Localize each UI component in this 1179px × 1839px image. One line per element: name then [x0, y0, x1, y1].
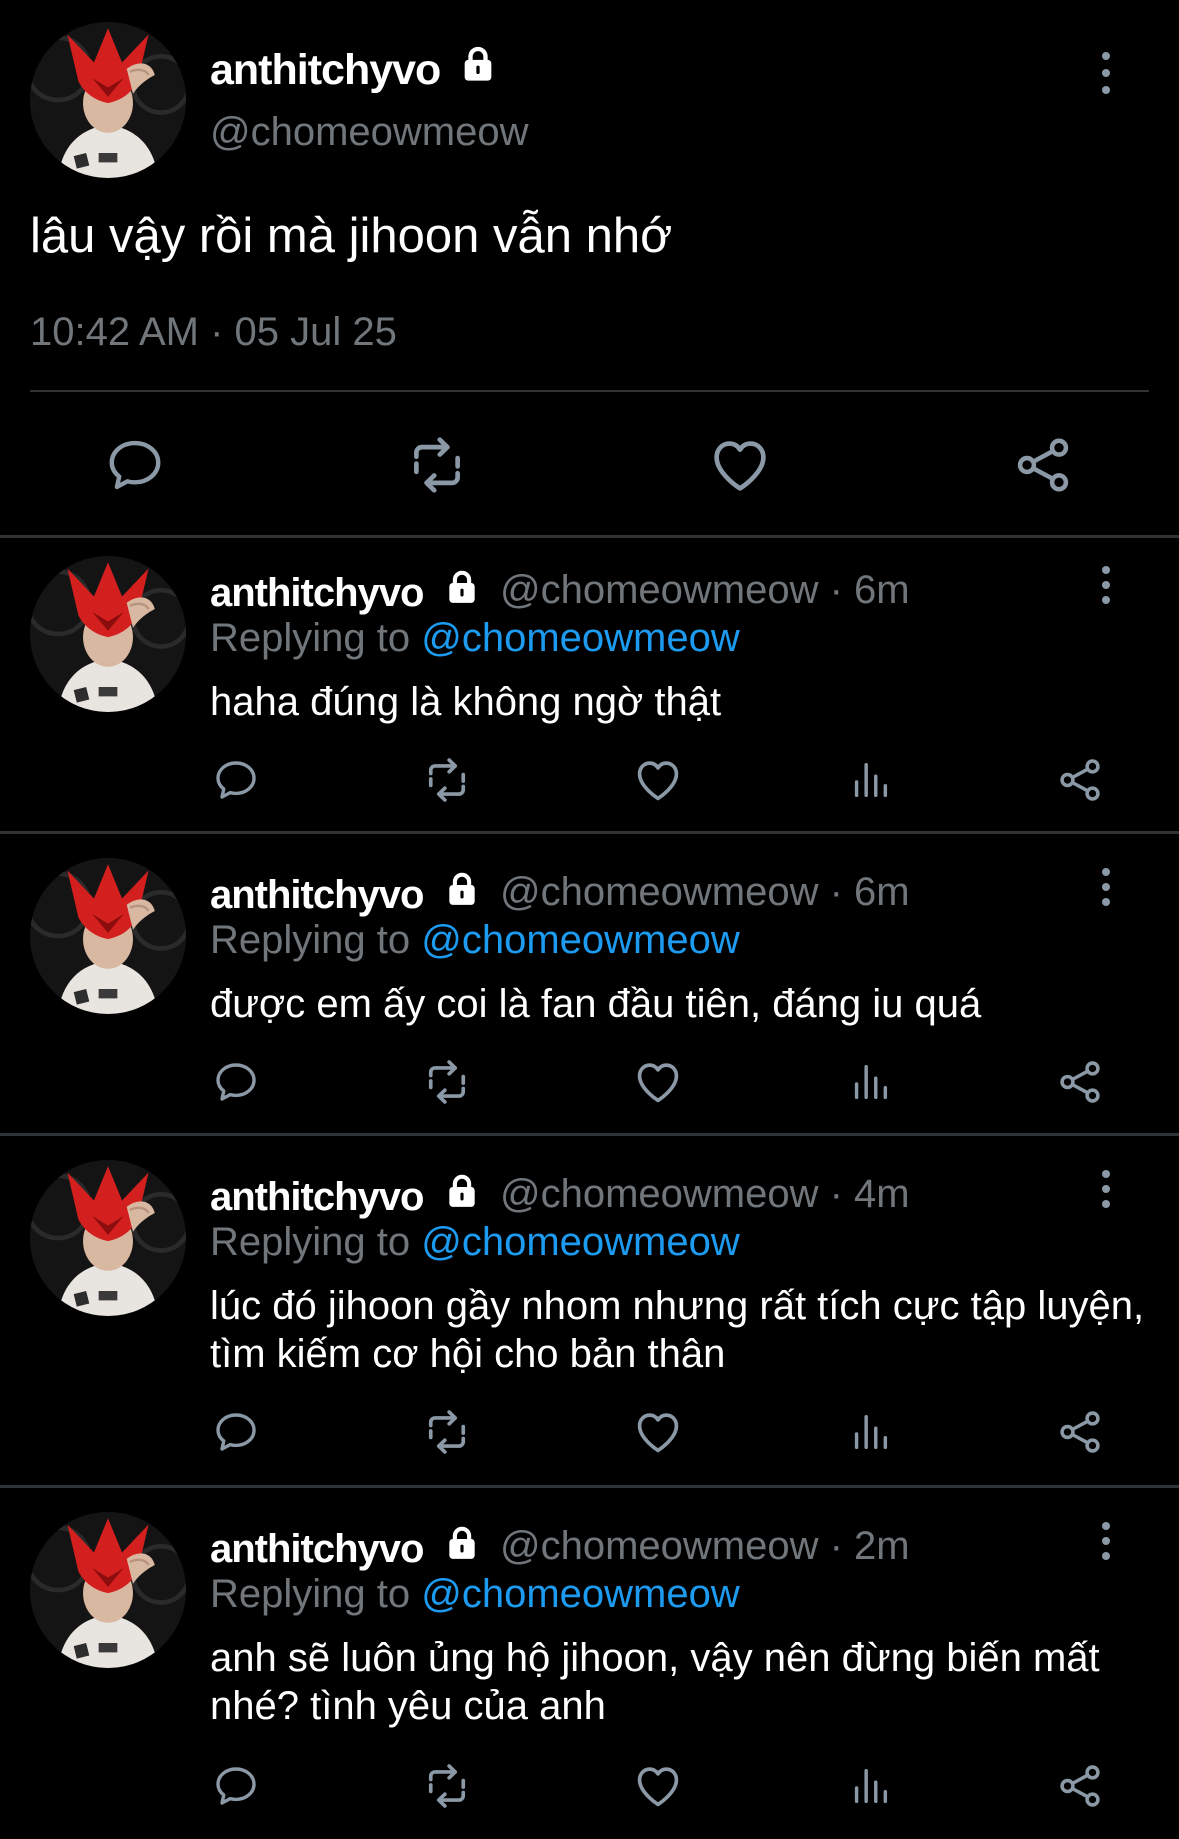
display-name-text: anthitchyvo: [210, 873, 424, 917]
display-name[interactable]: anthitchyvo: [210, 1172, 481, 1220]
replying-prefix: Replying to: [210, 1220, 422, 1264]
reply-actions: [0, 1054, 1179, 1110]
lock-icon: [443, 568, 481, 606]
lock-icon: [443, 1524, 481, 1562]
mention-link[interactable]: @chomeowmeow: [421, 1572, 740, 1616]
handle-time: @chomeowmeow · 6m: [500, 568, 910, 612]
profile-picture: [30, 556, 186, 712]
retweet-icon[interactable]: [402, 430, 472, 500]
views-icon[interactable]: [842, 752, 898, 808]
share-icon[interactable]: [1052, 1404, 1108, 1460]
reply-text: được em ấy coi là fan đầu tiên, đáng iu …: [210, 982, 982, 1026]
reply-actions: [0, 1758, 1179, 1814]
lock-icon: [443, 870, 481, 908]
lock-icon: [458, 44, 498, 84]
avatar[interactable]: [30, 22, 186, 178]
views-icon[interactable]: [842, 1758, 898, 1814]
more-options-icon[interactable]: [1091, 1522, 1121, 1560]
like-icon[interactable]: [630, 752, 686, 808]
display-name[interactable]: anthitchyvo: [210, 568, 481, 616]
display-name-text: anthitchyvo: [210, 1175, 424, 1219]
reply-icon[interactable]: [208, 1404, 264, 1460]
like-icon[interactable]: [630, 1054, 686, 1110]
retweet-icon[interactable]: [419, 1054, 475, 1110]
reply-icon[interactable]: [208, 752, 264, 808]
reply-tweet[interactable]: anthitchyvo @chomeowmeow · 2m Replying t…: [0, 1488, 1179, 1839]
share-icon[interactable]: [1052, 752, 1108, 808]
replying-prefix: Replying to: [210, 1572, 422, 1616]
profile-picture: [30, 1512, 186, 1668]
like-icon[interactable]: [630, 1758, 686, 1814]
reply-text: anh sẽ luôn ủng hộ jihoon, vậy nên đừng …: [210, 1636, 1100, 1728]
share-icon[interactable]: [1008, 430, 1078, 500]
reply-icon[interactable]: [208, 1054, 264, 1110]
profile-picture: [30, 22, 186, 178]
replying-to: Replying to @chomeowmeow: [210, 918, 740, 963]
reply-tweet[interactable]: anthitchyvo @chomeowmeow · 6m Replying t…: [0, 834, 1179, 1133]
reply-text: haha đúng là không ngờ thật: [210, 680, 722, 724]
views-icon[interactable]: [842, 1054, 898, 1110]
share-icon[interactable]: [1052, 1054, 1108, 1110]
main-tweet: anthitchyvo @chomeowmeow lâu vậy rồi mà …: [0, 0, 1179, 536]
display-name-text: anthitchyvo: [210, 1527, 424, 1571]
handle-time: @chomeowmeow · 2m: [500, 1524, 910, 1568]
replying-to: Replying to @chomeowmeow: [210, 1220, 740, 1265]
share-icon[interactable]: [1052, 1758, 1108, 1814]
tweet-timestamp[interactable]: 10:42 AM · 05 Jul 25: [30, 310, 397, 355]
avatar[interactable]: [30, 858, 186, 1014]
reply-tweet[interactable]: anthitchyvo @chomeowmeow · 4m Replying t…: [0, 1136, 1179, 1486]
replying-prefix: Replying to: [210, 616, 422, 660]
avatar[interactable]: [30, 556, 186, 712]
mention-link[interactable]: @chomeowmeow: [421, 1220, 740, 1264]
avatar[interactable]: [30, 1512, 186, 1668]
reply-icon[interactable]: [100, 430, 170, 500]
more-options-icon[interactable]: [1091, 1170, 1121, 1208]
user-handle[interactable]: @chomeowmeow: [210, 110, 529, 155]
lock-icon: [443, 1172, 481, 1210]
display-name-text: anthitchyvo: [210, 571, 424, 615]
more-options-icon[interactable]: [1091, 868, 1121, 906]
handle-time: @chomeowmeow · 6m: [500, 870, 910, 914]
replying-to: Replying to @chomeowmeow: [210, 616, 740, 661]
like-icon[interactable]: [705, 430, 775, 500]
replying-prefix: Replying to: [210, 918, 422, 962]
profile-picture: [30, 858, 186, 1014]
reply-text: lúc đó jihoon gầy nhom nhưng rất tích cự…: [210, 1284, 1145, 1376]
mention-link[interactable]: @chomeowmeow: [421, 918, 740, 962]
more-options-icon[interactable]: [1091, 52, 1121, 94]
display-name-text: anthitchyvo: [210, 46, 441, 94]
retweet-icon[interactable]: [419, 1758, 475, 1814]
tweet-actions: [0, 430, 1179, 500]
reply-actions: [0, 752, 1179, 808]
like-icon[interactable]: [630, 1404, 686, 1460]
display-name[interactable]: anthitchyvo: [210, 1524, 481, 1572]
display-name[interactable]: anthitchyvo: [210, 870, 481, 918]
display-name[interactable]: anthitchyvo: [210, 44, 498, 95]
views-icon[interactable]: [842, 1404, 898, 1460]
profile-picture: [30, 1160, 186, 1316]
mention-link[interactable]: @chomeowmeow: [421, 616, 740, 660]
tweet-text: lâu vậy rồi mà jihoon vẫn nhớ: [30, 209, 673, 263]
divider: [30, 390, 1149, 392]
avatar[interactable]: [30, 1160, 186, 1316]
reply-icon[interactable]: [208, 1758, 264, 1814]
retweet-icon[interactable]: [419, 752, 475, 808]
retweet-icon[interactable]: [419, 1404, 475, 1460]
reply-tweet[interactable]: anthitchyvo @chomeowmeow · 6m Replying t…: [0, 538, 1179, 832]
more-options-icon[interactable]: [1091, 566, 1121, 604]
reply-actions: [0, 1404, 1179, 1460]
replying-to: Replying to @chomeowmeow: [210, 1572, 740, 1617]
handle-time: @chomeowmeow · 4m: [500, 1172, 910, 1216]
